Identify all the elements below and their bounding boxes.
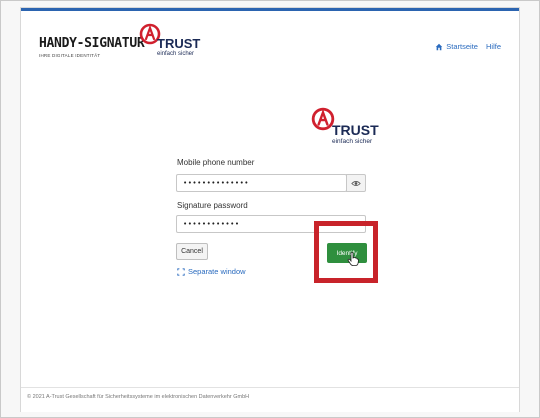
hand-cursor-icon [347,252,359,266]
highlight-box [314,221,378,283]
logo-wordmark: TRUST [157,36,201,51]
center-logo-tagline: einfach sicher [332,138,373,145]
logo-tagline: einfach sicher [157,51,195,57]
center-a-trust-logo: TRUST einfach sicher [311,107,381,153]
brand-subtitle: IHRE DIGITALE IDENTITÄT [39,53,101,58]
center-logo-wordmark: TRUST [332,122,379,138]
page: HANDY-SIGNATUR IHRE DIGITALE IDENTITÄT T… [21,8,519,412]
footer: © 2021 A-Trust Gesellschaft für Sicherhe… [21,387,519,412]
a-trust-logo: TRUST einfach sicher [139,23,201,63]
phone-label: Mobile phone number [177,158,255,167]
home-icon [436,43,443,50]
nav-help-link[interactable]: Hilfe [486,42,501,51]
nav-home-link[interactable]: Startseite [435,42,478,51]
password-label: Signature password [177,201,248,210]
footer-copyright: © 2021 A-Trust Gesellschaft für Sicherhe… [27,394,250,400]
nav-home-label: Startseite [446,42,478,51]
phone-input[interactable]: •••••••••••••• [176,174,347,192]
cancel-button[interactable]: Cancel [176,243,208,260]
separate-window-link[interactable]: Separate window [177,267,246,276]
eye-icon [351,180,361,186]
brand-title: HANDY-SIGNATUR [39,36,145,51]
separate-window-label: Separate window [188,267,246,276]
show-phone-button[interactable] [346,174,366,192]
top-nav: Startseite Hilfe [435,42,501,51]
window-icon [177,267,185,276]
